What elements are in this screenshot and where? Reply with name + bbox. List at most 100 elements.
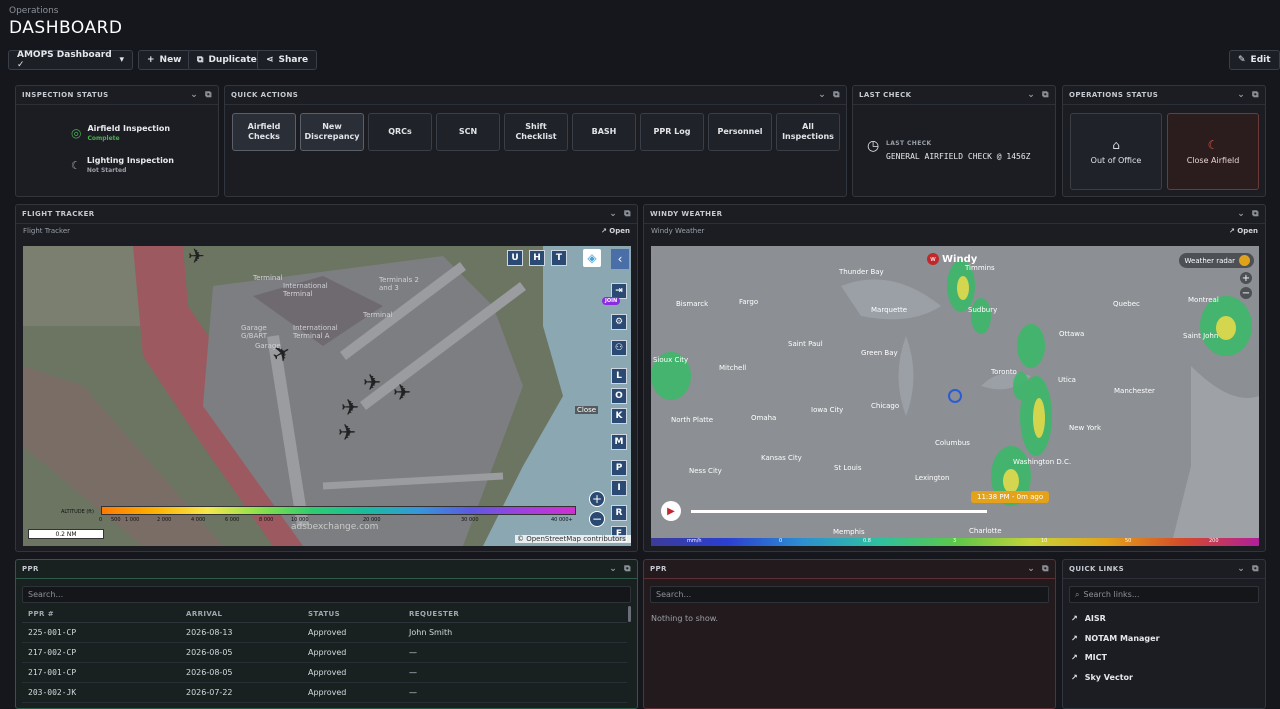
chevron-down-icon[interactable]: ⌄ <box>1027 90 1035 100</box>
bash-button[interactable]: BASH <box>572 113 636 151</box>
k-button[interactable]: K <box>611 408 627 424</box>
collapse-sidebar-icon[interactable]: ‹ <box>611 249 629 269</box>
m-button[interactable]: M <box>611 434 627 450</box>
chevron-down-icon[interactable]: ⌄ <box>190 90 198 100</box>
ppr-log-button[interactable]: PPR Log <box>640 113 704 151</box>
zoom-in-icon[interactable]: + <box>1240 272 1252 284</box>
share-button[interactable]: ⋖ Share <box>257 50 318 70</box>
h-button[interactable]: H <box>529 250 545 266</box>
altitude-tick: 40 000+ <box>551 517 573 523</box>
chevron-down-icon[interactable]: ⌄ <box>609 209 617 219</box>
u-button[interactable]: U <box>507 250 523 266</box>
popout-icon[interactable]: ⧉ <box>1252 209 1259 219</box>
chevron-down-icon[interactable]: ⌄ <box>1027 564 1035 574</box>
popout-icon[interactable]: ⧉ <box>1252 90 1259 100</box>
personnel-button[interactable]: Personnel <box>708 113 772 151</box>
moon-icon: ☾ <box>71 158 81 172</box>
ppr-search-input[interactable]: Search... <box>22 586 631 603</box>
map-label: International Terminal A <box>293 324 338 340</box>
link-aisr[interactable]: ↗ AISR <box>1063 609 1265 629</box>
popout-icon[interactable]: ⧉ <box>205 90 212 100</box>
popout-icon[interactable]: ⧉ <box>1252 564 1259 574</box>
zoom-out-icon[interactable]: − <box>589 511 605 527</box>
external-link-icon: ↗ <box>1071 653 1078 663</box>
join-badge[interactable]: JOIN <box>602 297 621 305</box>
out-of-office-button[interactable]: ⌂ Out of Office <box>1070 113 1162 190</box>
popout-icon[interactable]: ⧉ <box>833 90 840 100</box>
map-scale: 0.2 NM <box>28 529 104 539</box>
flight-map[interactable]: Terminal International Terminal Terminal… <box>23 246 631 546</box>
chevron-down-icon[interactable]: ⌄ <box>1237 564 1245 574</box>
chevron-down-icon[interactable]: ⌄ <box>818 90 826 100</box>
column-header[interactable]: PPR # <box>22 606 180 623</box>
link-sky-vector[interactable]: ↗ Sky Vector <box>1063 668 1265 688</box>
chevron-down-icon[interactable]: ⌄ <box>1237 209 1245 219</box>
weather-map[interactable]: Thunder Bay Timmins Bismarck Fargo Marqu… <box>651 246 1259 546</box>
empty-message: Nothing to show. <box>651 614 719 623</box>
gear-icon[interactable]: ⚙ <box>611 314 627 330</box>
timeline-track[interactable] <box>691 510 987 513</box>
city-label: Memphis <box>833 528 865 536</box>
qrcs-button[interactable]: QRCs <box>368 113 432 151</box>
open-link[interactable]: ↗ Open <box>601 227 630 235</box>
new-discrepancy-button[interactable]: New Discrepancy <box>300 113 364 151</box>
popout-icon[interactable]: ⧉ <box>624 564 631 574</box>
precip-scale-ticks: mm/h 0 0.8 3 10 50 200 <box>651 538 1259 546</box>
scale-tick: 3 <box>953 538 957 544</box>
i-button[interactable]: I <box>611 480 627 496</box>
popout-icon[interactable]: ⧉ <box>624 209 631 219</box>
column-header[interactable]: REQUESTER <box>403 606 627 623</box>
new-button[interactable]: + New <box>138 50 191 70</box>
layers-icon[interactable]: ◈ <box>583 249 601 267</box>
zoom-in-icon[interactable]: + <box>589 491 605 507</box>
check-circle-icon: ◎ <box>71 126 82 140</box>
duplicate-button[interactable]: ⧉ Duplicate <box>188 50 266 70</box>
ppr-search-input[interactable]: Search... <box>650 586 1049 603</box>
ppr-table: PPR # ARRIVAL STATUS REQUESTER 225-001-C… <box>22 606 627 703</box>
close-airfield-button[interactable]: ☾ Close Airfield <box>1167 113 1259 190</box>
open-link[interactable]: ↗ Open <box>1229 227 1258 235</box>
layer-picker[interactable]: Weather radar <box>1178 253 1254 268</box>
table-row[interactable]: 217-002-CP 2026-08-05 Approved — <box>22 642 627 663</box>
table-row[interactable]: 217-001-CP 2026-08-05 Approved — <box>22 662 627 683</box>
all-inspections-button[interactable]: All Inspections <box>776 113 840 151</box>
play-icon[interactable]: ▶ <box>661 501 681 521</box>
column-header[interactable]: ARRIVAL <box>180 606 302 623</box>
chevron-down-icon[interactable]: ⌄ <box>609 564 617 574</box>
o-button[interactable]: O <box>611 388 627 404</box>
panel-title: FLIGHT TRACKER <box>22 210 95 218</box>
quick-links-panel: QUICK LINKS ⌄ ⧉ ⌕ Search links... ↗ AISR ↗ NO… <box>1062 559 1266 709</box>
r-button[interactable]: R <box>611 505 627 521</box>
radar-overlay <box>651 246 1259 546</box>
airfield-checks-button[interactable]: Airfield Checks <box>232 113 296 151</box>
people-icon[interactable]: ⚇ <box>611 340 627 356</box>
popout-icon[interactable]: ⧉ <box>1042 564 1049 574</box>
city-label: Bismarck <box>676 300 709 308</box>
airfield-inspection-item: ◎ Airfield Inspection Complete <box>71 124 170 142</box>
table-row[interactable]: 225-001-CP 2026-08-13 Approved John Smith <box>22 622 627 643</box>
dashboard-select[interactable]: AMOPS Dashboard ✓ ▾ <box>8 50 133 70</box>
section-label: Operations <box>9 6 59 16</box>
p-button[interactable]: P <box>611 460 627 476</box>
aircraft-icon: ✈ <box>341 396 360 421</box>
edit-button[interactable]: ✎ Edit <box>1229 50 1280 70</box>
t-button[interactable]: T <box>551 250 567 266</box>
l-button[interactable]: L <box>611 368 627 384</box>
zoom-out-icon[interactable]: − <box>1240 287 1252 299</box>
table-row[interactable]: 203-002-JK 2026-07-22 Approved — <box>22 682 627 703</box>
link-mict[interactable]: ↗ MICT <box>1063 648 1265 668</box>
time-badge: 11:38 PM - 0m ago <box>971 491 1050 503</box>
link-notam-manager[interactable]: ↗ NOTAM Manager <box>1063 629 1265 649</box>
chevron-down-icon[interactable]: ⌄ <box>1237 90 1245 100</box>
popout-icon[interactable]: ⧉ <box>1042 90 1049 100</box>
ppr-status: Approved <box>302 622 403 643</box>
ppr-status: Approved <box>302 642 403 663</box>
column-header[interactable]: STATUS <box>302 606 403 623</box>
last-check-panel: LAST CHECK ⌄ ⧉ ◷ LAST CHECK GENERAL AIRFIE… <box>852 85 1056 197</box>
shift-checklist-button[interactable]: Shift Checklist <box>504 113 568 151</box>
scn-button[interactable]: SCN <box>436 113 500 151</box>
requester: — <box>403 642 627 663</box>
close-label[interactable]: Close <box>575 406 599 414</box>
scrollbar[interactable] <box>628 606 631 622</box>
links-search-input[interactable]: ⌕ Search links... <box>1069 586 1259 603</box>
